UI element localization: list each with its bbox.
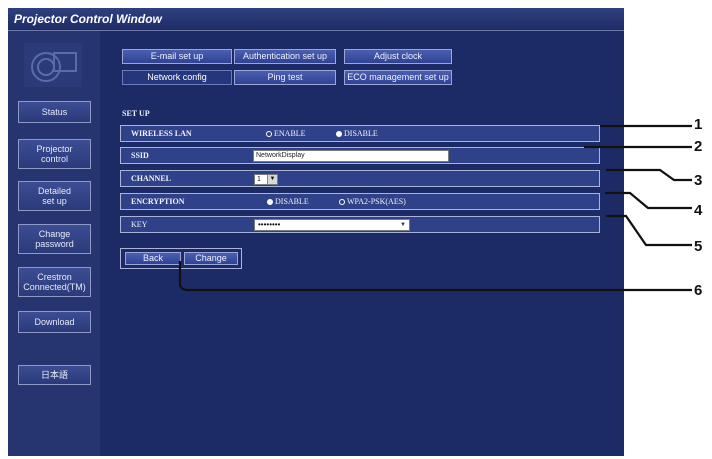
callout-line-3 — [606, 168, 692, 182]
callout-number-4: 4 — [694, 202, 703, 219]
callout-lines — [178, 124, 692, 292]
callout-number-1: 1 — [694, 116, 703, 133]
callout-line-6 — [178, 261, 692, 292]
callout-number-2: 2 — [694, 138, 703, 155]
callout-number-3: 3 — [694, 172, 703, 189]
callout-line-4 — [605, 191, 692, 210]
callout-number-5: 5 — [694, 238, 703, 255]
callout-number-6: 6 — [694, 282, 703, 299]
callout-line-5 — [606, 214, 692, 247]
